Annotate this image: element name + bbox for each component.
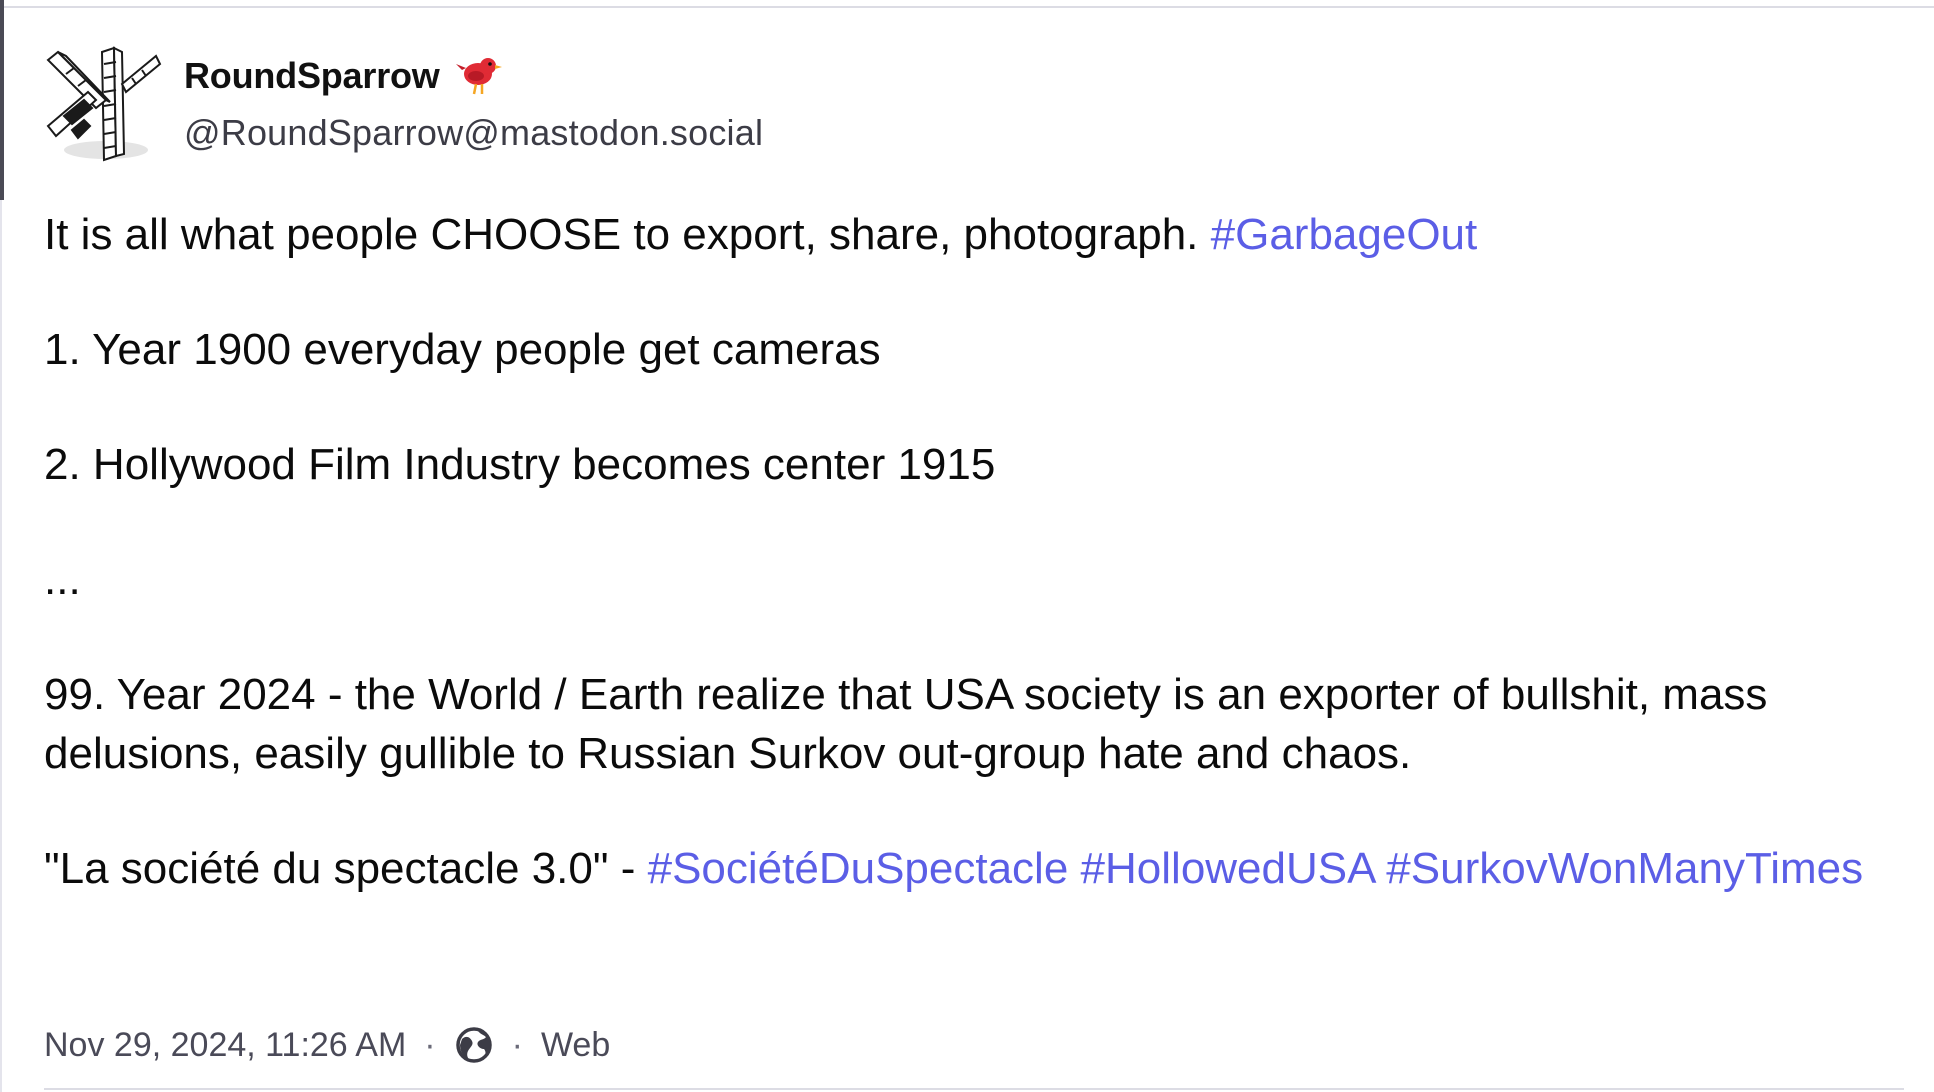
display-name[interactable]: RoundSparrow bbox=[184, 55, 440, 97]
post-text: ... bbox=[44, 555, 81, 604]
post-paragraph: "La société du spectacle 3.0" - #Société… bbox=[44, 839, 1904, 898]
display-name-row: RoundSparrow bbox=[184, 54, 763, 98]
post-timestamp[interactable]: Nov 29, 2024, 11:26 AM bbox=[44, 1026, 406, 1065]
post-paragraph: 99. Year 2024 - the World / Earth realiz… bbox=[44, 665, 1904, 783]
post-text: 2. Hollywood Film Industry becomes cente… bbox=[44, 440, 996, 489]
post-text: 99. Year 2024 - the World / Earth realiz… bbox=[44, 670, 1768, 778]
avatar[interactable] bbox=[44, 44, 162, 164]
post-header: RoundSparrow @RoundSparrow@mastodon.soci… bbox=[44, 44, 763, 164]
account-handle[interactable]: @RoundSparrow@mastodon.social bbox=[184, 112, 763, 154]
focus-indicator bbox=[0, 0, 4, 200]
post-paragraph: 2. Hollywood Film Industry becomes cente… bbox=[44, 435, 1904, 494]
post-meta: Nov 29, 2024, 11:26 AM · · Web bbox=[44, 1020, 610, 1070]
post-application: Web bbox=[540, 1025, 611, 1064]
account-names: RoundSparrow @RoundSparrow@mastodon.soci… bbox=[184, 54, 763, 154]
red-bird-icon bbox=[455, 58, 502, 95]
hashtag-link[interactable]: #SurkovWonManyTimes bbox=[1386, 844, 1863, 893]
hashtag-link[interactable]: #HollowedUSA bbox=[1081, 844, 1375, 893]
post-paragraph: 1. Year 1900 everyday people get cameras bbox=[44, 320, 1904, 379]
left-divider bbox=[0, 200, 2, 1092]
post-text: It is all what people CHOOSE to export, … bbox=[44, 210, 1211, 259]
post-card[interactable]: RoundSparrow @RoundSparrow@mastodon.soci… bbox=[44, 0, 1904, 1092]
post-paragraph: It is all what people CHOOSE to export, … bbox=[44, 205, 1904, 264]
meta-separator: · bbox=[424, 1025, 436, 1064]
post-text: "La société du spectacle 3.0" - bbox=[44, 844, 648, 893]
post-paragraph: ... bbox=[44, 550, 1904, 609]
hashtag-link[interactable]: #GarbageOut bbox=[1211, 210, 1478, 259]
post-text bbox=[1374, 844, 1386, 893]
post-text bbox=[1068, 844, 1080, 893]
meta-separator: · bbox=[511, 1025, 523, 1064]
bottom-divider bbox=[44, 1088, 1904, 1090]
post-content: It is all what people CHOOSE to export, … bbox=[44, 205, 1904, 954]
hashtag-link[interactable]: #SociétéDuSpectacle bbox=[648, 844, 1069, 893]
post-text: 1. Year 1900 everyday people get cameras bbox=[44, 325, 881, 374]
globe-icon bbox=[455, 1027, 492, 1063]
wireframe-sticks-icon bbox=[46, 46, 162, 162]
